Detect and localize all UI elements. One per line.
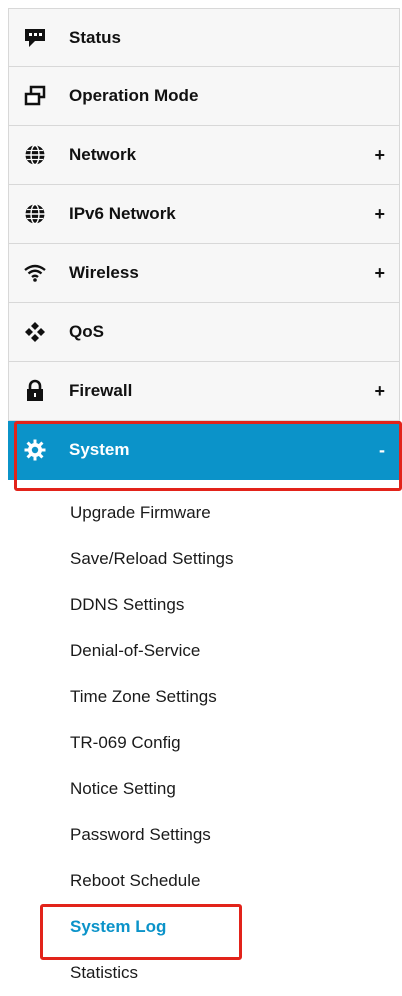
expand-icon[interactable]: + [374,204,385,225]
menu-item-label: Firewall [69,381,133,400]
menu-item-firewall[interactable]: Firewall + [8,362,400,421]
windows-icon [23,84,47,108]
main-nav: Status Operation Mode Network + IPv6 Net… [8,8,400,480]
collapse-icon[interactable]: - [379,440,385,461]
qos-icon [23,320,47,344]
submenu-item-password-settings[interactable]: Password Settings [8,812,400,858]
wifi-icon [23,261,47,285]
chat-bubble-icon [23,26,47,50]
submenu-item-save-reload-settings[interactable]: Save/Reload Settings [8,536,400,582]
lock-icon [23,379,47,403]
system-submenu: Upgrade Firmware Save/Reload Settings DD… [8,490,400,996]
sidebar-menu: Status Operation Mode Network + IPv6 Net… [0,0,402,982]
submenu-item-upgrade-firmware[interactable]: Upgrade Firmware [8,490,400,536]
menu-item-network[interactable]: Network + [8,126,400,185]
menu-item-qos[interactable]: QoS [8,303,400,362]
expand-icon[interactable]: + [374,145,385,166]
submenu-item-tr-069-config[interactable]: TR-069 Config [8,720,400,766]
submenu-item-time-zone-settings[interactable]: Time Zone Settings [8,674,400,720]
globe-icon [23,202,47,226]
submenu-item-system-log[interactable]: System Log [8,904,400,950]
submenu-item-denial-of-service[interactable]: Denial-of-Service [8,628,400,674]
gear-icon [23,438,47,462]
menu-item-wireless[interactable]: Wireless + [8,244,400,303]
menu-item-label: Network [69,145,137,164]
menu-item-system[interactable]: System - [8,421,400,480]
globe-icon [23,143,47,167]
submenu-item-reboot-schedule[interactable]: Reboot Schedule [8,858,400,904]
menu-item-label: QoS [69,322,104,341]
menu-item-status[interactable]: Status [8,8,400,67]
menu-item-label: Wireless [69,263,139,282]
menu-item-label: Status [69,27,121,47]
menu-item-label: IPv6 Network [69,204,176,223]
menu-item-ipv6-network[interactable]: IPv6 Network + [8,185,400,244]
submenu-item-notice-setting[interactable]: Notice Setting [8,766,400,812]
menu-item-label: Operation Mode [69,86,199,105]
submenu-item-statistics[interactable]: Statistics [8,950,400,996]
submenu-item-ddns-settings[interactable]: DDNS Settings [8,582,400,628]
menu-item-operation-mode[interactable]: Operation Mode [8,67,400,126]
expand-icon[interactable]: + [374,381,385,402]
expand-icon[interactable]: + [374,263,385,284]
menu-item-label: System [69,440,130,459]
